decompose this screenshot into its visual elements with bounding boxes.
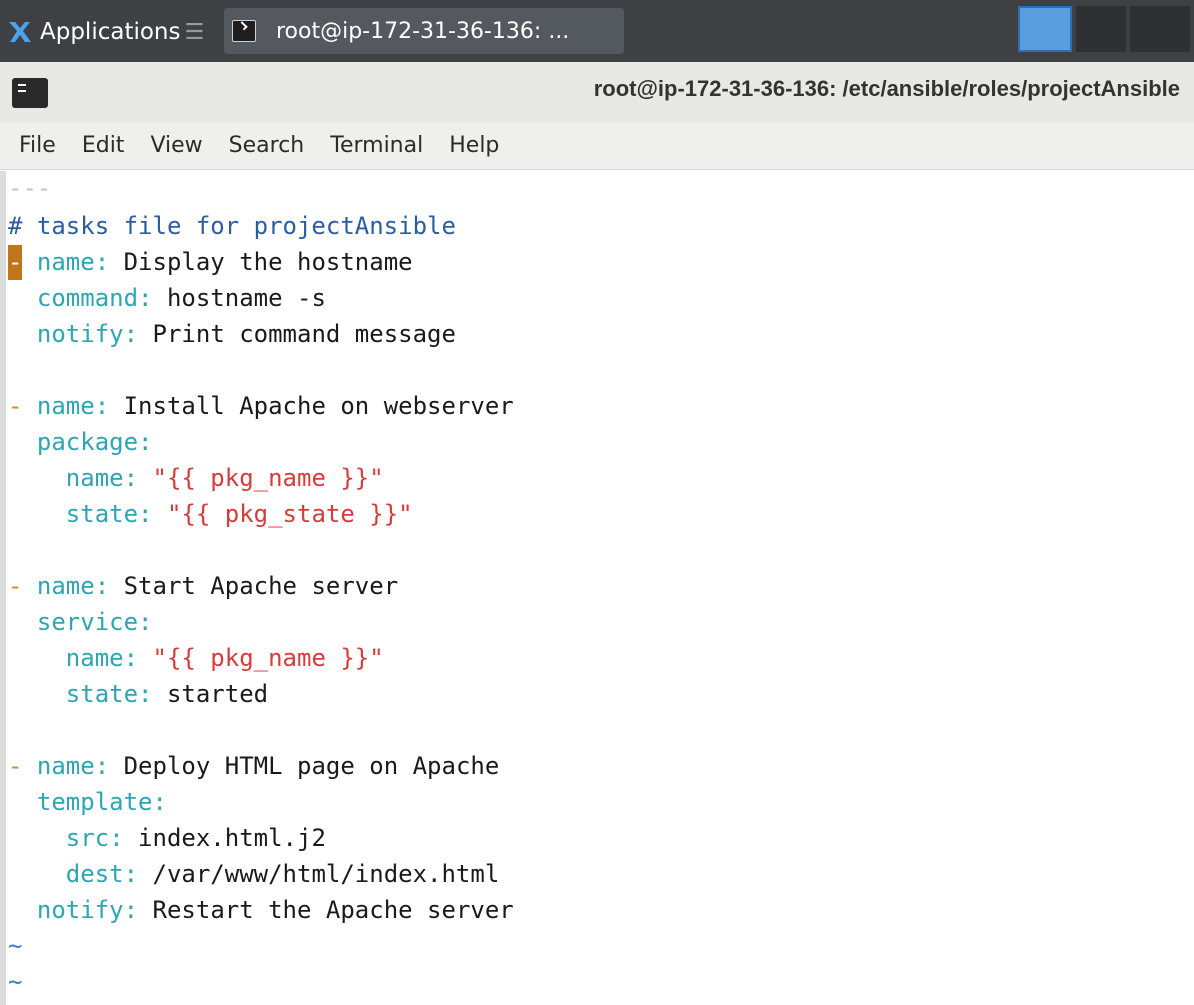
yaml-doc-start: ---: [8, 174, 52, 202]
xfce-mouse-icon: [9, 22, 31, 42]
menu-bar: File Edit View Search Terminal Help: [0, 122, 1194, 170]
code-line: notify: Print command message: [8, 317, 456, 352]
menu-terminal[interactable]: Terminal: [317, 126, 436, 166]
yaml-key: src:: [65, 824, 124, 852]
menu-edit[interactable]: Edit: [69, 126, 138, 166]
workspace-1-switcher[interactable]: [1018, 6, 1072, 52]
terminal-icon: [232, 20, 256, 42]
yaml-value: Install Apache on webserver: [123, 392, 514, 420]
yaml-list-dash: -: [8, 572, 23, 600]
code-line: template:: [8, 785, 167, 820]
yaml-key: name:: [36, 572, 110, 600]
yaml-key: name:: [36, 392, 110, 420]
yaml-key: name:: [36, 752, 110, 780]
menu-help[interactable]: Help: [436, 126, 512, 166]
terminal-text-area[interactable]: --- # tasks file for projectAnsible - na…: [0, 171, 1194, 1005]
yaml-value: /var/www/html/index.html: [152, 860, 500, 888]
yaml-value: Restart the Apache server: [152, 896, 514, 924]
yaml-key: state:: [65, 680, 153, 708]
code-line: ---: [8, 171, 51, 206]
code-line: state: started: [8, 677, 268, 712]
vim-empty-line-marker: ~: [8, 932, 23, 960]
code-line: - name: Deploy HTML page on Apache: [8, 749, 499, 784]
code-line: service:: [8, 605, 153, 640]
applications-label: Applications: [40, 19, 181, 45]
yaml-key: name:: [65, 644, 139, 672]
yaml-value: index.html.j2: [138, 824, 326, 852]
yaml-key: name:: [65, 464, 139, 492]
yaml-string: "{{ pkg_state }}": [166, 500, 413, 528]
code-line: command: hostname -s: [8, 281, 326, 316]
yaml-key: state:: [65, 500, 153, 528]
code-line: # tasks file for projectAnsible: [8, 209, 456, 244]
workspace-3-switcher[interactable]: [1130, 6, 1190, 52]
yaml-value: Display the hostname: [123, 248, 413, 276]
code-line: src: index.html.j2: [8, 821, 326, 856]
applications-menu[interactable]: Applications ☰: [6, 12, 204, 52]
code-line: dest: /var/www/html/index.html: [8, 857, 499, 892]
yaml-value: started: [166, 680, 269, 708]
yaml-value: hostname -s: [166, 284, 326, 312]
menu-search[interactable]: Search: [216, 126, 318, 166]
yaml-key: dest:: [65, 860, 139, 888]
code-line: ~: [8, 929, 22, 964]
workspace-2-switcher[interactable]: [1076, 6, 1126, 52]
yaml-key: notify:: [36, 896, 139, 924]
yaml-list-dash: -: [8, 392, 23, 420]
code-line: - name: Install Apache on webserver: [8, 389, 514, 424]
yaml-value: Print command message: [152, 320, 456, 348]
terminal-app-icon: [12, 78, 48, 108]
yaml-key: service:: [36, 608, 153, 636]
menu-file[interactable]: File: [6, 126, 69, 166]
applications-menu-icon: ☰: [184, 19, 205, 45]
vim-empty-line-marker: ~: [8, 968, 23, 996]
taskbar-terminal-button[interactable]: root@ip-172-31-36-136: ...: [224, 8, 624, 54]
code-line: - name: Display the hostname: [8, 245, 413, 280]
taskbar-terminal-label: root@ip-172-31-36-136: ...: [276, 18, 570, 44]
vim-cursor: -: [8, 245, 23, 280]
yaml-string: "{{ pkg_name }}": [152, 644, 384, 672]
yaml-key: name:: [36, 248, 110, 276]
yaml-value: Deploy HTML page on Apache: [123, 752, 500, 780]
code-line: ~: [8, 965, 22, 1000]
yaml-key: command:: [36, 284, 153, 312]
yaml-value: Start Apache server: [123, 572, 399, 600]
yaml-key: package:: [36, 428, 153, 456]
yaml-string: "{{ pkg_name }}": [152, 464, 384, 492]
code-line: - name: Start Apache server: [8, 569, 398, 604]
code-line: state: "{{ pkg_state }}": [8, 497, 413, 532]
terminal-left-edge: [0, 171, 6, 1005]
yaml-key: notify:: [36, 320, 139, 348]
window-title: root@ip-172-31-36-136: /etc/ansible/role…: [593, 76, 1180, 101]
code-line: name: "{{ pkg_name }}": [8, 641, 384, 676]
code-line: name: "{{ pkg_name }}": [8, 461, 384, 496]
desktop-panel: Applications ☰ root@ip-172-31-36-136: ..…: [0, 0, 1194, 62]
yaml-comment: # tasks file for projectAnsible: [8, 212, 456, 240]
yaml-list-dash: -: [8, 752, 23, 780]
code-line: notify: Restart the Apache server: [8, 893, 514, 928]
code-line: package:: [8, 425, 153, 460]
menu-view[interactable]: View: [137, 126, 215, 166]
yaml-key: template:: [36, 788, 167, 816]
window-titlebar[interactable]: root@ip-172-31-36-136: /etc/ansible/role…: [0, 62, 1194, 122]
